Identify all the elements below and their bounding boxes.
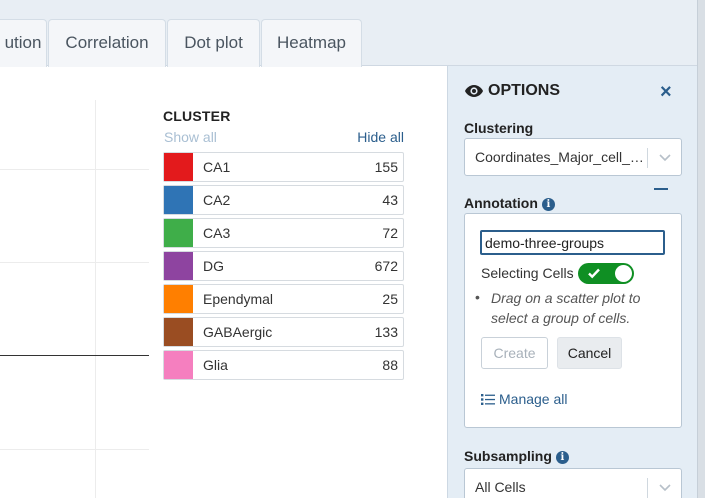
select-separator: [647, 148, 648, 168]
manage-all-link[interactable]: Manage all: [481, 391, 568, 409]
color-swatch: [164, 318, 193, 346]
color-swatch: [164, 153, 193, 181]
list-icon: [481, 393, 495, 409]
cluster-legend: CLUSTER Show all Hide all CA1 155 CA2 43 CA3…: [163, 108, 404, 380]
scatter-plot-area[interactable]: [0, 66, 149, 498]
tab-dot-plot[interactable]: Dot plot: [167, 19, 260, 67]
clustering-label: Clustering: [464, 120, 534, 136]
plot-axis-line: [0, 355, 149, 356]
bullet-icon: •: [475, 289, 480, 305]
tab-correlation[interactable]: Correlation: [48, 19, 166, 67]
legend-item[interactable]: CA3 72: [163, 218, 404, 248]
legend-item-label: DG: [203, 258, 224, 274]
cancel-button[interactable]: Cancel: [557, 337, 622, 369]
info-icon[interactable]: i: [541, 198, 555, 211]
annotation-label: Annotation i: [464, 195, 555, 211]
plot-gridline: [0, 262, 149, 263]
legend-item-count: 155: [374, 159, 398, 175]
legend-item-count: 43: [382, 192, 398, 208]
check-icon: [587, 266, 601, 285]
clustering-select[interactable]: Coordinates_Major_cell_types: [464, 138, 682, 176]
color-swatch: [164, 186, 193, 214]
tab-label: ution: [4, 33, 42, 52]
manage-all-label: Manage all: [499, 391, 568, 407]
tab-label: Dot plot: [184, 33, 243, 52]
subsampling-label: Subsampling i: [464, 448, 569, 464]
close-icon[interactable]: ×: [660, 81, 672, 104]
color-swatch: [164, 351, 193, 379]
color-swatch: [164, 219, 193, 247]
options-panel: OPTIONS × Clustering Coordinates_Major_c…: [447, 66, 697, 498]
toggle-knob: [615, 265, 632, 282]
legend-item[interactable]: CA2 43: [163, 185, 404, 215]
info-icon[interactable]: i: [555, 451, 569, 464]
subsampling-value: All Cells: [475, 479, 526, 495]
legend-item[interactable]: Glia 88: [163, 350, 404, 380]
legend-item-label: Ependymal: [203, 291, 274, 307]
legend-item-label: GABAergic: [203, 324, 273, 340]
chevron-down-icon: [658, 150, 672, 169]
tab-label: Correlation: [65, 33, 149, 52]
tab-bar: ution Correlation Dot plot Heatmap: [0, 0, 697, 67]
selection-hint: Drag on a scatter plot to select a group…: [491, 290, 641, 326]
eye-icon: [464, 84, 484, 103]
options-title: OPTIONS: [464, 82, 560, 103]
legend-item-label: CA2: [203, 192, 231, 208]
legend-item-count: 88: [382, 357, 398, 373]
legend-item-label: CA3: [203, 225, 231, 241]
annotation-name-input[interactable]: [480, 230, 665, 255]
legend-item-label: Glia: [203, 357, 228, 373]
legend-item-count: 72: [382, 225, 398, 241]
color-swatch: [164, 285, 193, 313]
hide-all-link[interactable]: Hide all: [357, 129, 404, 145]
plot-gridline: [0, 169, 149, 170]
legend-item-count: 133: [374, 324, 398, 340]
select-separator: [647, 478, 648, 498]
collapse-minus-icon[interactable]: [654, 188, 668, 190]
selecting-cells-label: Selecting Cells: [481, 265, 574, 281]
tab-distribution[interactable]: ution: [0, 19, 47, 67]
annotation-box: Selecting Cells • Drag on a scatter plot…: [464, 213, 682, 428]
legend-item-label: CA1: [203, 159, 231, 175]
legend-item[interactable]: CA1 155: [163, 152, 404, 182]
clustering-value: Coordinates_Major_cell_types: [475, 149, 645, 165]
legend-item-count: 672: [374, 258, 398, 274]
options-title-text: OPTIONS: [488, 82, 561, 99]
plot-gridline: [95, 100, 96, 498]
legend-links: Show all Hide all: [163, 129, 404, 149]
legend-item[interactable]: DG 672: [163, 251, 404, 281]
subsampling-select[interactable]: All Cells: [464, 468, 682, 498]
selecting-cells-toggle[interactable]: [578, 263, 634, 284]
annotation-label-text: Annotation: [464, 195, 538, 211]
legend-item-count: 25: [382, 291, 398, 307]
tab-heatmap[interactable]: Heatmap: [261, 19, 362, 67]
legend-item[interactable]: Ependymal 25: [163, 284, 404, 314]
plot-gridline: [0, 449, 149, 450]
subsampling-label-text: Subsampling: [464, 448, 552, 464]
show-all-link[interactable]: Show all: [164, 129, 217, 145]
legend-title: CLUSTER: [163, 108, 231, 124]
color-swatch: [164, 252, 193, 280]
tab-label: Heatmap: [277, 33, 346, 52]
window-edge: [697, 0, 705, 498]
legend-item[interactable]: GABAergic 133: [163, 317, 404, 347]
create-button[interactable]: Create: [481, 337, 548, 369]
chevron-down-icon: [658, 480, 672, 498]
